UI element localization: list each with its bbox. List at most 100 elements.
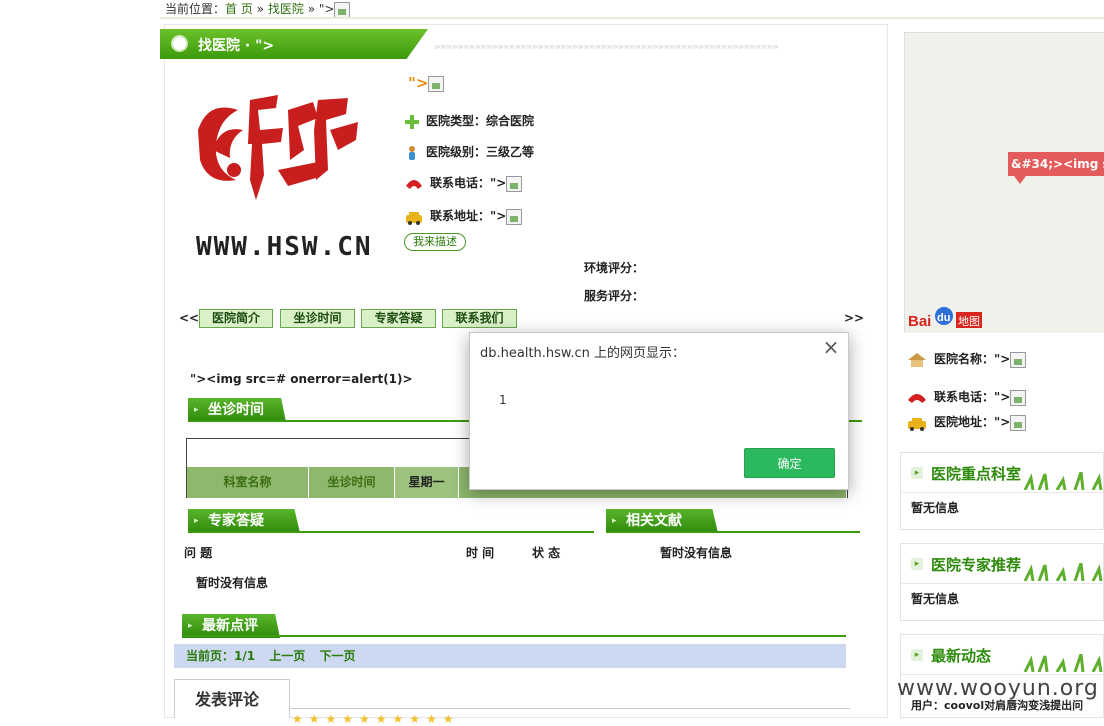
broken-image-icon xyxy=(1010,351,1027,368)
qa-empty: 暂时没有信息 xyxy=(196,576,269,590)
address-label: 联系地址： xyxy=(430,209,491,223)
divider xyxy=(188,531,594,533)
current-page-label: 当前页：1/1 xyxy=(186,649,256,663)
divider xyxy=(290,708,850,709)
right-address-label: 医院地址： xyxy=(934,415,995,429)
baidu-map-logo: Bai du 地图 xyxy=(908,304,984,330)
right-name-label: 医院名称： xyxy=(934,352,995,366)
tab-clinic-time[interactable]: 坐诊时间 xyxy=(280,309,355,328)
section-title: 找医院 · "> xyxy=(198,38,275,54)
expert-recommend-title: 医院专家推荐 xyxy=(931,556,1022,574)
table-header-dept: 科室名称 xyxy=(187,467,309,498)
type-label: 医院类型： xyxy=(426,114,487,128)
next-page-link[interactable]: 下一页 xyxy=(319,649,355,663)
tab-contact-us[interactable]: 联系我们 xyxy=(442,309,517,328)
section-title-tab: 找医院 · "> xyxy=(160,29,428,59)
dialog-message: 1 xyxy=(499,393,507,407)
divider xyxy=(160,17,1104,19)
side-box-header: ▸ 最新动态 xyxy=(901,635,1103,675)
arrow-right-icon: ▸ xyxy=(911,649,923,661)
divider xyxy=(606,531,860,533)
describe-button[interactable]: 我来描述 xyxy=(404,233,466,251)
type-value: 综合医院 xyxy=(486,114,535,128)
qa-column-time: 时 间 xyxy=(466,546,495,560)
ok-button[interactable]: 确定 xyxy=(744,448,835,478)
side-box-header: ▸ 医院专家推荐 xyxy=(901,544,1103,584)
phone-icon xyxy=(906,390,928,406)
prev-page-link[interactable]: 上一页 xyxy=(269,649,305,663)
broken-image-icon xyxy=(334,1,351,18)
breadcrumb-home-link[interactable]: 首 页 xyxy=(225,2,253,16)
expert-recommend-body: 暂无信息 xyxy=(911,592,960,606)
intro-text: "><img src=# onerror=alert(1)> xyxy=(190,372,413,386)
grass-decoration-icon xyxy=(1023,472,1103,490)
baidu-du-text: du xyxy=(937,312,950,324)
service-score-label: 服务评分： xyxy=(584,289,645,303)
breadcrumb: 当前位置：首 页 » 找医院 » "> xyxy=(165,0,351,18)
address-value: "> xyxy=(490,209,507,223)
broken-image-icon xyxy=(506,208,523,225)
hospital-address-row: 联系地址："> xyxy=(404,207,523,225)
close-icon[interactable]: × xyxy=(820,337,842,359)
broken-image-icon xyxy=(506,175,523,192)
key-departments-body: 暂无信息 xyxy=(911,501,960,515)
phone-value: "> xyxy=(490,176,507,190)
broken-image-icon xyxy=(428,75,445,92)
right-hospital-name-row: 医院名称："> xyxy=(906,350,1027,368)
level-label: 医院级别： xyxy=(426,145,487,159)
key-departments-title: 医院重点科室 xyxy=(931,465,1022,483)
hospital-type-row: 医院类型：综合医院 xyxy=(404,112,534,130)
map-marker-label[interactable]: &#34;><img src= xyxy=(1008,152,1104,176)
table-header-time: 坐诊时间 xyxy=(309,467,395,498)
environment-score-label: 环境评分： xyxy=(584,261,645,275)
post-comment-tab[interactable]: 发表评论 xyxy=(174,679,290,718)
tab-hospital-intro[interactable]: 医院简介 xyxy=(199,309,273,328)
right-name-value: "> xyxy=(994,352,1011,366)
side-box-header: ▸ 医院重点科室 xyxy=(901,453,1103,493)
phone-label: 联系电话： xyxy=(430,176,491,190)
logo-url-text: WWW.HSW.CN xyxy=(196,232,370,262)
baidu-map-text: 地图 xyxy=(958,315,980,328)
arrow-right-icon: ▸ xyxy=(911,558,923,570)
tabs-prev-arrow[interactable]: << xyxy=(179,311,199,325)
breadcrumb-tail: "> xyxy=(318,2,335,16)
map-marker-pin xyxy=(1014,176,1026,184)
phone-icon xyxy=(404,176,424,192)
breadcrumb-find-hospital-link[interactable]: 找医院 xyxy=(268,2,304,16)
tabs-next-arrow[interactable]: >> xyxy=(844,311,864,325)
taxi-icon xyxy=(404,209,424,225)
grass-decoration-icon xyxy=(1023,563,1103,581)
divider xyxy=(182,635,846,637)
expert-qa-section-header: 专家答疑 xyxy=(188,509,300,533)
plus-cross-icon xyxy=(404,114,420,130)
hospital-level-row: 医院级别：三级乙等 xyxy=(404,143,534,161)
broken-image-icon xyxy=(1010,389,1027,406)
circle-bullet-icon xyxy=(171,35,188,52)
grass-decoration-icon xyxy=(1023,654,1103,672)
hospital-logo: WWW.HSW.CN xyxy=(178,70,371,266)
watermark: www.wooyun.org xyxy=(897,676,1099,701)
table-header-monday: 星期一 xyxy=(395,467,459,498)
breadcrumb-separator: » xyxy=(256,2,265,16)
house-icon xyxy=(906,352,928,368)
broken-image-icon xyxy=(1010,414,1027,431)
dialog-title: db.health.hsw.cn 上的网页显示： xyxy=(480,346,686,361)
qa-column-status: 状 态 xyxy=(532,546,561,560)
tab-expert-qa[interactable]: 专家答疑 xyxy=(361,309,436,328)
hospital-name: "> xyxy=(408,74,445,92)
alert-dialog: db.health.hsw.cn 上的网页显示： × 1 确定 xyxy=(469,332,849,490)
literature-section-header: 相关文献 xyxy=(606,509,718,533)
qa-column-question: 问 题 xyxy=(184,546,213,560)
breadcrumb-separator: » xyxy=(307,2,316,16)
taxi-icon xyxy=(906,415,928,431)
hospital-phone-row: 联系电话："> xyxy=(404,174,523,192)
pagination-bar: 当前页：1/1 上一页 下一页 xyxy=(174,644,846,668)
map-panel[interactable] xyxy=(904,32,1104,333)
rating-stars[interactable]: ★★★★★★★★★★ xyxy=(292,712,460,726)
latest-news-title: 最新动态 xyxy=(931,647,992,665)
right-phone-label: 联系电话： xyxy=(934,390,995,404)
arrow-right-icon: ▸ xyxy=(911,467,923,479)
right-address-row: 医院地址："> xyxy=(906,413,1027,431)
level-value: 三级乙等 xyxy=(486,145,535,159)
expert-recommend-box: ▸ 医院专家推荐 暂无信息 xyxy=(900,543,1104,621)
